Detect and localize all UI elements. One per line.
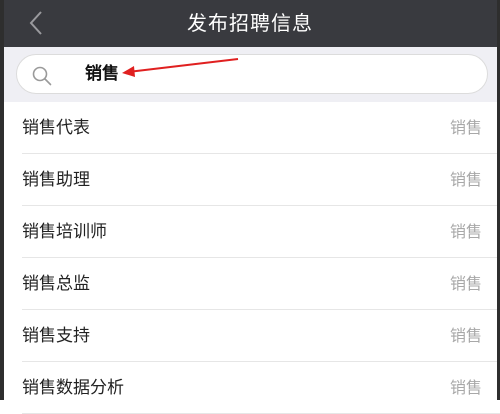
list-item[interactable]: 销售代表 销售	[0, 102, 500, 154]
list-item[interactable]: 销售总监 销售	[0, 258, 500, 310]
list-item[interactable]: 销售培训师 销售	[0, 206, 500, 258]
list-item[interactable]: 销售数据分析 销售	[0, 362, 500, 414]
search-icon	[32, 66, 52, 86]
search-area: 销售	[0, 47, 500, 102]
search-input[interactable]: 销售	[85, 55, 119, 93]
job-category: 销售	[449, 326, 482, 345]
job-title: 销售数据分析	[22, 378, 124, 398]
job-category: 销售	[449, 170, 482, 189]
page-title: 发布招聘信息	[187, 11, 313, 35]
job-title: 销售代表	[22, 118, 90, 138]
job-title: 销售支持	[22, 326, 90, 346]
job-title: 销售培训师	[22, 222, 107, 242]
chevron-left-icon	[29, 11, 42, 35]
job-category: 销售	[449, 118, 482, 137]
job-title: 销售助理	[22, 170, 90, 190]
list-item[interactable]: 销售支持 销售	[0, 310, 500, 362]
job-category: 销售	[449, 274, 482, 293]
results-list: 销售代表 销售 销售助理 销售 销售培训师 销售 销售总监 销售 销售支持 销售…	[0, 102, 500, 414]
header-bar: 发布招聘信息	[0, 0, 500, 47]
job-category: 销售	[449, 222, 482, 241]
back-button[interactable]	[18, 6, 54, 40]
search-field[interactable]: 销售	[16, 54, 488, 94]
annotation-arrow	[122, 58, 239, 77]
job-title: 销售总监	[22, 274, 90, 294]
left-frame-edge	[0, 0, 4, 400]
list-item[interactable]: 销售助理 销售	[0, 154, 500, 206]
job-category: 销售	[449, 378, 482, 397]
